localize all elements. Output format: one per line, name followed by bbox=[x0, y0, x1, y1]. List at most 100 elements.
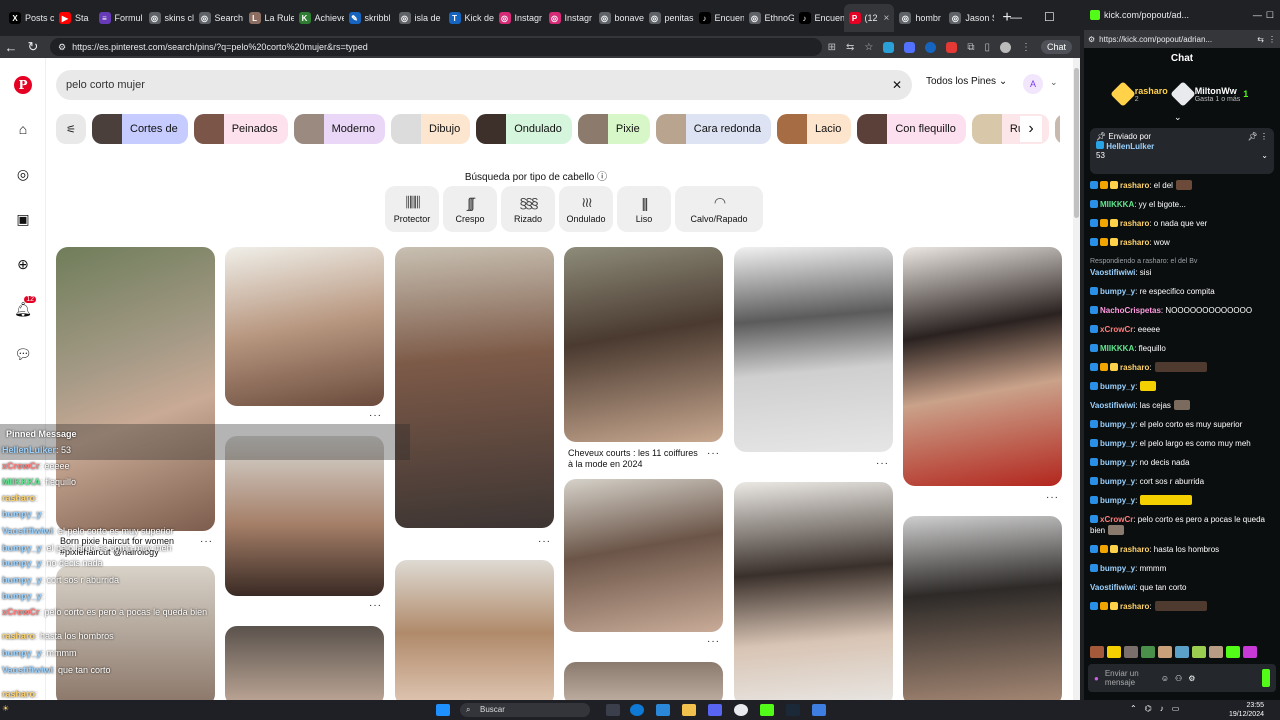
browser-tab[interactable]: ♪Encuent bbox=[794, 4, 844, 32]
emote-icon[interactable] bbox=[1158, 646, 1172, 658]
related-search-chip[interactable]: nza bbox=[1054, 114, 1060, 144]
hair-type-button[interactable]: ||| Liso bbox=[617, 186, 671, 232]
clear-icon[interactable]: ✕ bbox=[892, 78, 902, 92]
chat-username[interactable]: Vaostifiwiwi bbox=[1090, 583, 1135, 592]
browser-tab[interactable]: P (12 × bbox=[843, 4, 895, 32]
more-icon[interactable]: ··· bbox=[876, 458, 889, 469]
chat-username[interactable]: bumpy_y bbox=[1100, 458, 1135, 467]
unpin-icon[interactable]: 📌︎ bbox=[1248, 132, 1258, 141]
pin-image[interactable] bbox=[903, 516, 1062, 700]
related-search-chip[interactable]: Pixie bbox=[577, 114, 650, 144]
info-icon[interactable]: ⓘ bbox=[597, 172, 607, 183]
pin-image[interactable] bbox=[734, 482, 893, 700]
pin-image[interactable] bbox=[56, 247, 215, 531]
avatar[interactable]: A bbox=[1023, 74, 1043, 94]
chat-username[interactable]: bumpy_y bbox=[1100, 564, 1135, 573]
chat-username[interactable]: bumpy_y bbox=[1100, 496, 1135, 505]
hair-type-button[interactable]: §§§ Rizado bbox=[501, 186, 555, 232]
emote-icon[interactable] bbox=[1192, 646, 1206, 658]
more-icon[interactable]: ··· bbox=[369, 410, 382, 421]
scrollbar-thumb[interactable] bbox=[1074, 68, 1079, 218]
chevron-down-icon[interactable]: ⌄ bbox=[1174, 112, 1182, 123]
notifications-icon[interactable]: 🔔︎ 12 bbox=[14, 296, 36, 318]
task-view-icon[interactable] bbox=[606, 704, 620, 716]
chat-username[interactable]: rasharo bbox=[1120, 219, 1149, 228]
chat-username[interactable]: rasharo bbox=[1120, 545, 1149, 554]
translate-icon[interactable]: ⇆ bbox=[1257, 35, 1264, 44]
browser-tab[interactable]: T Kick de bbox=[444, 4, 494, 32]
pinned-username[interactable]: HellenLulker bbox=[1106, 142, 1154, 151]
related-search-chip[interactable]: Peinados bbox=[193, 114, 288, 144]
more-icon[interactable]: ··· bbox=[707, 636, 720, 647]
filter-button[interactable]: ⚟ bbox=[56, 114, 86, 144]
emote-icon[interactable] bbox=[1124, 646, 1138, 658]
site-info-icon[interactable]: ⚙ bbox=[58, 42, 66, 53]
steam-icon[interactable] bbox=[786, 704, 800, 716]
store-icon[interactable] bbox=[656, 704, 670, 716]
pin-image[interactable] bbox=[225, 626, 384, 700]
chat-username[interactable]: MIIKKKA bbox=[1100, 200, 1134, 209]
more-icon[interactable]: ··· bbox=[707, 448, 720, 459]
browser-tab[interactable]: ◎ isla de bbox=[394, 4, 444, 32]
chat-username[interactable]: Vaostifiwiwi bbox=[1090, 401, 1135, 410]
chat-username[interactable]: rasharo bbox=[1120, 363, 1149, 372]
more-icon[interactable]: ⋮ bbox=[1260, 132, 1268, 141]
browser-tab[interactable]: K Achieve bbox=[294, 4, 344, 32]
pin-image[interactable] bbox=[225, 436, 384, 596]
related-search-chip[interactable]: Ondulado bbox=[476, 114, 572, 144]
more-icon[interactable]: ··· bbox=[369, 600, 382, 611]
pin-image[interactable] bbox=[225, 247, 384, 406]
browser-tab[interactable]: ◎ penitas bbox=[644, 4, 694, 32]
browser-tab[interactable]: X Posts c bbox=[4, 4, 54, 32]
chrome-icon[interactable] bbox=[734, 704, 748, 716]
discord-icon[interactable] bbox=[708, 704, 722, 716]
taskbar-search[interactable]: ⌕ Buscar bbox=[460, 703, 590, 717]
clock[interactable]: 23:55 19/12/2024 bbox=[1229, 701, 1264, 719]
reload-icon[interactable]: ↻ bbox=[22, 39, 44, 55]
hair-type-button[interactable]: ∫∫∫ Crespo bbox=[443, 186, 497, 232]
emote-icon[interactable] bbox=[1226, 646, 1240, 658]
related-search-chip[interactable]: Lacio bbox=[777, 114, 852, 144]
pin-image[interactable] bbox=[395, 560, 554, 700]
chat-username[interactable]: bumpy_y bbox=[1100, 477, 1135, 486]
menu-icon[interactable]: ⋮ bbox=[1268, 35, 1276, 44]
browser-tab[interactable]: ◎ Search bbox=[194, 4, 244, 32]
top-gifter[interactable]: rasharo 2 bbox=[1109, 81, 1168, 107]
related-search-chip[interactable]: Cortes de bbox=[92, 114, 188, 144]
translate-icon[interactable]: ⇆ bbox=[846, 42, 854, 53]
related-search-chip[interactable]: Moderno bbox=[293, 114, 385, 144]
users-icon[interactable]: ⚇ bbox=[1175, 674, 1182, 683]
chat-username[interactable]: xCrowCr bbox=[1100, 325, 1133, 334]
more-icon[interactable]: ··· bbox=[200, 536, 213, 547]
more-icon[interactable]: ··· bbox=[1046, 492, 1059, 503]
kick-icon[interactable] bbox=[760, 704, 774, 716]
monitor-icon[interactable]: ▭ bbox=[1172, 704, 1180, 713]
pin-image[interactable] bbox=[564, 479, 723, 632]
page-scrollbar[interactable] bbox=[1073, 58, 1080, 700]
browser-tab[interactable]: ◎ Instagr bbox=[544, 4, 594, 32]
chat-username[interactable]: rasharo bbox=[1120, 238, 1149, 247]
menu-icon[interactable]: ⋮ bbox=[1021, 42, 1031, 53]
messages-icon[interactable]: 💬︎ bbox=[14, 345, 32, 363]
chat-username[interactable]: xCrowCr bbox=[1100, 515, 1133, 524]
minimize-icon[interactable]: — bbox=[1010, 10, 1022, 24]
url-field[interactable]: ⚙ https://es.pinterest.com/search/pins/?… bbox=[50, 38, 822, 56]
back-icon[interactable]: ← bbox=[0, 40, 22, 55]
boards-icon[interactable]: ▣ bbox=[14, 210, 32, 228]
scope-dropdown[interactable]: Todos los Pines ⌄ bbox=[926, 76, 1007, 87]
chat-username[interactable]: bumpy_y bbox=[1100, 382, 1135, 391]
pin-image[interactable] bbox=[903, 247, 1062, 486]
site-info-icon[interactable]: ⚙ bbox=[1088, 35, 1095, 44]
pinterest-logo-icon[interactable]: P bbox=[14, 76, 32, 94]
windows-start-icon[interactable] bbox=[436, 704, 450, 716]
browser-tab[interactable]: ◎Jason S bbox=[944, 4, 994, 32]
extension-icon[interactable] bbox=[904, 41, 916, 53]
send-button[interactable] bbox=[1262, 669, 1270, 687]
related-search-chip[interactable]: Dibujo bbox=[391, 114, 471, 144]
create-icon[interactable]: ⊕ bbox=[14, 255, 32, 273]
edge-icon[interactable] bbox=[630, 704, 644, 716]
chat-username[interactable]: NachoCrispetas bbox=[1100, 306, 1161, 315]
browser-tab[interactable]: ◎ bonave bbox=[594, 4, 644, 32]
search-bar[interactable]: pelo corto mujer ✕ bbox=[56, 70, 912, 100]
chevron-up-icon[interactable]: ⌃ bbox=[1130, 704, 1137, 713]
